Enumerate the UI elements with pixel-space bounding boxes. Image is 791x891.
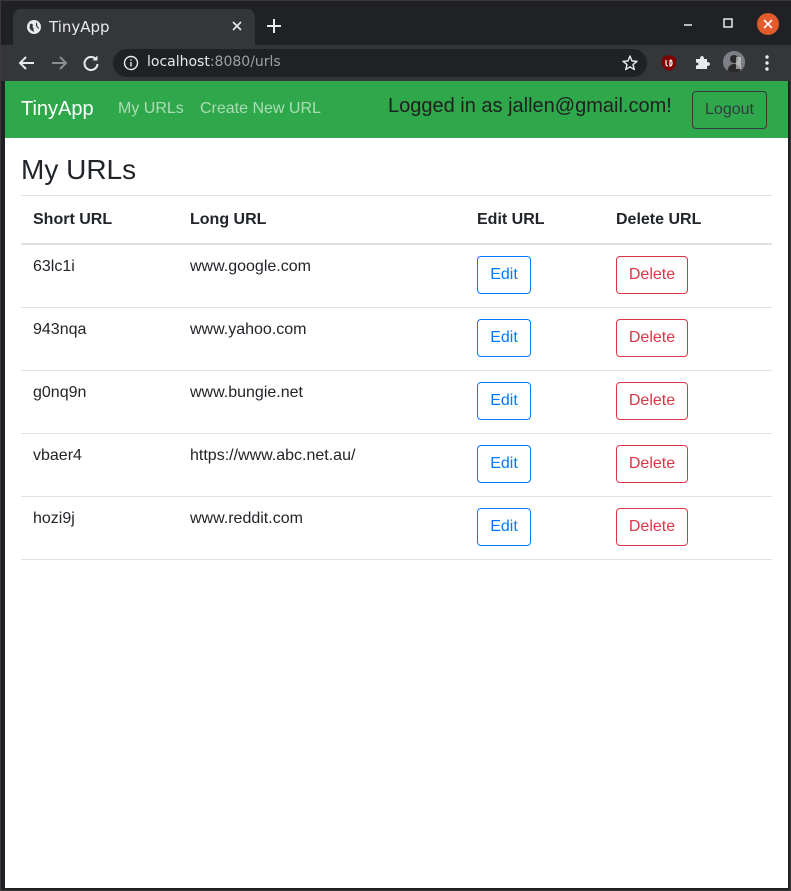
- urls-table: Short URL Long URL Edit URL Delete URL 6…: [21, 196, 772, 560]
- forward-arrow-icon[interactable]: [49, 53, 69, 73]
- profile-icon: [723, 51, 745, 73]
- edit-cell: Edit: [465, 496, 604, 560]
- url-path: :8080/urls: [209, 54, 281, 70]
- column-header-long-url: Long URL: [178, 196, 465, 245]
- tab-tinyapp[interactable]: TinyApp: [13, 9, 255, 45]
- short-url-cell: 63lc1i: [21, 244, 178, 308]
- edit-cell: Edit: [465, 307, 604, 371]
- short-url-cell: hozi9j: [21, 496, 178, 560]
- nav-create-new-url[interactable]: Create New URL: [200, 100, 321, 118]
- table-row: hozi9j www.reddit.com Edit Delete: [21, 496, 772, 560]
- delete-button[interactable]: Delete: [616, 381, 688, 420]
- window-close-button[interactable]: [757, 13, 779, 35]
- edit-button[interactable]: Edit: [477, 318, 531, 357]
- short-url-cell: 943nqa: [21, 307, 178, 371]
- bookmark-star-icon[interactable]: [621, 54, 639, 72]
- maximize-icon[interactable]: [720, 15, 736, 31]
- column-header-delete-url: Delete URL: [604, 196, 772, 245]
- delete-button[interactable]: Delete: [616, 507, 688, 546]
- table-row: 943nqa www.yahoo.com Edit Delete: [21, 307, 772, 371]
- edit-button[interactable]: Edit: [477, 256, 531, 294]
- kebab-menu-icon[interactable]: [757, 53, 777, 73]
- new-tab-icon[interactable]: [265, 17, 283, 35]
- column-header-short-url: Short URL: [21, 196, 178, 245]
- long-url: www.bungie.net: [190, 383, 303, 401]
- long-url: https://www.abc.net.au/: [190, 446, 356, 464]
- short-url-cell: g0nq9n: [21, 370, 178, 434]
- long-url-cell: www.yahoo.com: [178, 307, 465, 371]
- reload-icon[interactable]: [81, 53, 101, 73]
- ublock-icon[interactable]: [659, 53, 679, 73]
- table-header-row: Short URL Long URL Edit URL Delete URL: [21, 196, 772, 245]
- table-row: 63lc1i www.google.com Edit Delete: [21, 244, 772, 308]
- long-url: www.google.com: [190, 258, 311, 275]
- short-url-cell: vbaer4: [21, 433, 178, 497]
- edit-button[interactable]: Edit: [477, 444, 531, 483]
- close-icon: [763, 19, 773, 29]
- short-url: g0nq9n: [33, 383, 87, 401]
- app-navbar: TinyApp My URLs Create New URL Logged in…: [5, 81, 788, 138]
- short-url: hozi9j: [33, 509, 75, 527]
- long-url-cell: www.reddit.com: [178, 496, 465, 560]
- url-host: localhost: [147, 54, 210, 70]
- address-bar[interactable]: localhost:8080/urls: [113, 49, 647, 77]
- edit-button[interactable]: Edit: [477, 507, 531, 546]
- table-row: vbaer4 https://www.abc.net.au/ Edit Dele…: [21, 433, 772, 497]
- nav-my-urls[interactable]: My URLs: [118, 100, 184, 118]
- browser-window: TinyApp localhost:8080/urls TinyApp My U…: [0, 0, 791, 891]
- delete-button[interactable]: Delete: [616, 444, 688, 483]
- close-icon[interactable]: [229, 18, 245, 34]
- back-arrow-icon[interactable]: [17, 53, 37, 73]
- tab-title: TinyApp: [49, 18, 110, 36]
- long-url-cell: www.google.com: [178, 244, 465, 308]
- info-icon[interactable]: [123, 55, 139, 71]
- extensions-puzzle-icon[interactable]: [692, 53, 712, 73]
- globe-icon: [27, 20, 41, 34]
- table-row: g0nq9n www.bungie.net Edit Delete: [21, 370, 772, 434]
- long-url: www.yahoo.com: [190, 320, 307, 338]
- column-header-edit-url: Edit URL: [465, 196, 604, 245]
- page-title: My URLs: [21, 154, 137, 185]
- delete-cell: Delete: [604, 244, 772, 308]
- tab-strip: TinyApp: [1, 1, 791, 45]
- long-url: www.reddit.com: [190, 509, 303, 527]
- edit-button[interactable]: Edit: [477, 381, 531, 420]
- delete-button[interactable]: Delete: [616, 256, 688, 294]
- delete-cell: Delete: [604, 370, 772, 434]
- minimize-icon[interactable]: [680, 15, 696, 31]
- avatar[interactable]: [723, 51, 745, 73]
- edit-cell: Edit: [465, 244, 604, 308]
- delete-cell: Delete: [604, 433, 772, 497]
- brand-link[interactable]: TinyApp: [21, 98, 94, 121]
- delete-cell: Delete: [604, 496, 772, 560]
- logged-in-status: Logged in as jallen@gmail.com!: [388, 95, 672, 117]
- browser-toolbar: localhost:8080/urls: [1, 45, 791, 81]
- short-url: 63lc1i: [33, 258, 75, 275]
- delete-cell: Delete: [604, 307, 772, 371]
- delete-button[interactable]: Delete: [616, 318, 688, 357]
- long-url-cell: www.bungie.net: [178, 370, 465, 434]
- edit-cell: Edit: [465, 433, 604, 497]
- page-content: TinyApp My URLs Create New URL Logged in…: [5, 81, 788, 888]
- address-url: localhost:8080/urls: [147, 54, 281, 70]
- logout-button[interactable]: Logout: [692, 91, 767, 129]
- short-url: 943nqa: [33, 320, 87, 338]
- short-url: vbaer4: [33, 446, 82, 464]
- long-url-cell: https://www.abc.net.au/: [178, 433, 465, 497]
- edit-cell: Edit: [465, 370, 604, 434]
